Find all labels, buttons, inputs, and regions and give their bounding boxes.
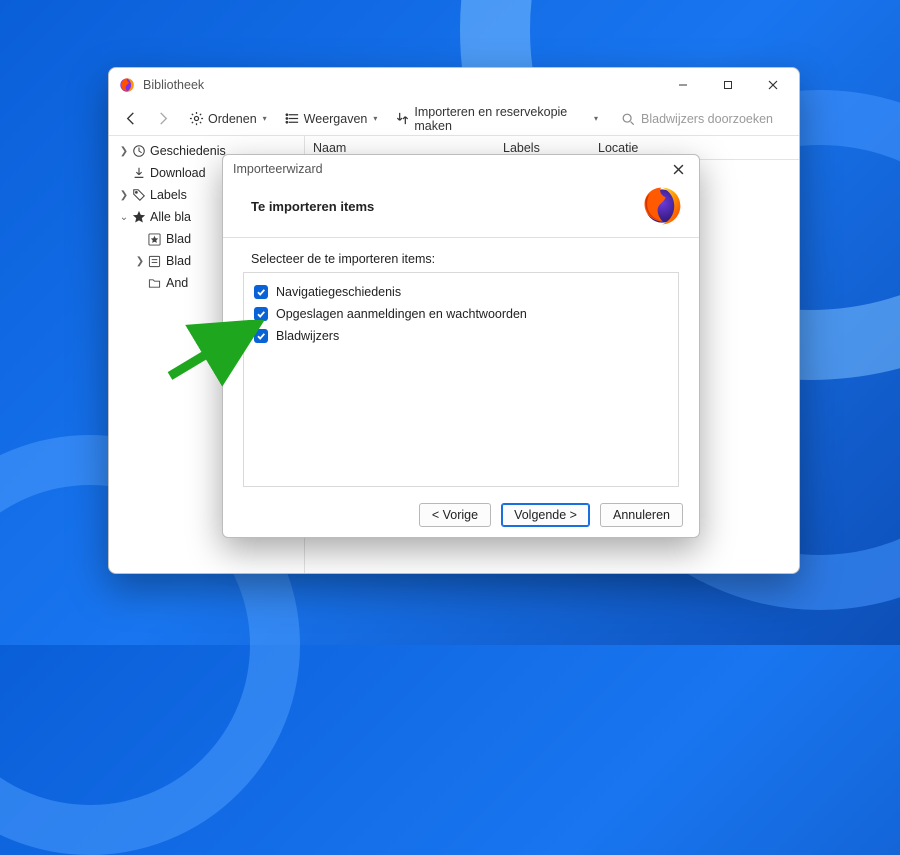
titlebar: Bibliotheek xyxy=(109,68,799,102)
window-title: Bibliotheek xyxy=(143,78,204,92)
checkbox-row-logins[interactable]: Opgeslagen aanmeldingen en wachtwoorden xyxy=(254,303,668,325)
checkbox-checked-icon xyxy=(254,307,268,321)
gear-icon xyxy=(189,111,204,126)
checkbox-label: Navigatiegeschiedenis xyxy=(276,285,401,299)
chevron-right-icon: ❯ xyxy=(117,190,131,201)
star-icon xyxy=(131,210,146,225)
tree-label: Blad xyxy=(166,232,191,246)
star-outline-icon xyxy=(147,232,162,247)
firefox-icon xyxy=(119,77,135,93)
annotation-arrow xyxy=(162,320,272,390)
dialog-header: Te importeren items xyxy=(223,183,699,237)
checkbox-label: Opgeslagen aanmeldingen en wachtwoorden xyxy=(276,307,527,321)
dialog-heading: Te importeren items xyxy=(251,199,374,214)
items-box: Navigatiegeschiedenis Opgeslagen aanmeld… xyxy=(243,272,679,487)
download-icon xyxy=(131,166,146,181)
folder-icon xyxy=(147,276,162,291)
list-icon xyxy=(285,111,300,126)
views-menu[interactable]: Weergaven ▾ xyxy=(279,108,384,129)
chevron-down-icon: ▾ xyxy=(594,114,598,123)
dialog-footer: < Vorige Volgende > Annuleren xyxy=(223,493,699,537)
tree-label: Blad xyxy=(166,254,191,268)
column-labels[interactable]: Labels xyxy=(495,141,590,155)
chevron-down-icon: ▾ xyxy=(373,114,377,123)
checkbox-row-bookmarks[interactable]: Bladwijzers xyxy=(254,325,668,347)
chevron-right-icon: ❯ xyxy=(117,146,131,157)
chevron-right-icon: ❯ xyxy=(133,256,147,267)
column-name[interactable]: Naam xyxy=(305,141,495,155)
dialog-close-button[interactable] xyxy=(661,157,695,181)
import-wizard-dialog: Importeerwizard Te importeren items Sele… xyxy=(222,154,700,538)
bookmark-list-icon xyxy=(147,254,162,269)
tree-label: Download xyxy=(150,166,206,180)
next-button[interactable]: Volgende > xyxy=(501,503,590,527)
tree-label: Alle bla xyxy=(150,210,191,224)
column-location[interactable]: Locatie xyxy=(590,141,799,155)
prompt-label: Selecteer de te importeren items: xyxy=(251,252,679,266)
tree-label: Geschiedenis xyxy=(150,144,226,158)
checkbox-label: Bladwijzers xyxy=(276,329,339,343)
forward-button[interactable] xyxy=(150,108,177,129)
search-input[interactable] xyxy=(641,112,791,126)
organize-menu[interactable]: Ordenen ▾ xyxy=(183,108,273,129)
organize-label: Ordenen xyxy=(208,112,257,126)
checkbox-row-history[interactable]: Navigatiegeschiedenis xyxy=(254,281,668,303)
clock-icon xyxy=(131,144,146,159)
dialog-titlebar: Importeerwizard xyxy=(223,155,699,183)
firefox-logo xyxy=(641,185,683,227)
dialog-title: Importeerwizard xyxy=(233,162,323,176)
minimize-button[interactable] xyxy=(660,70,705,100)
tag-icon xyxy=(131,188,146,203)
dialog-body: Selecteer de te importeren items: Naviga… xyxy=(223,238,699,493)
tree-label: Labels xyxy=(150,188,187,202)
tree-label: And xyxy=(166,276,188,290)
checkbox-checked-icon xyxy=(254,285,268,299)
close-button[interactable] xyxy=(750,70,795,100)
views-label: Weergaven xyxy=(304,112,368,126)
toolbar: Ordenen ▾ Weergaven ▾ Importeren en rese… xyxy=(109,102,799,136)
back-button[interactable] xyxy=(117,108,144,129)
import-export-icon xyxy=(395,111,410,126)
search-icon xyxy=(620,111,635,126)
back-button[interactable]: < Vorige xyxy=(419,503,491,527)
import-menu[interactable]: Importeren en reservekopie maken ▾ xyxy=(389,102,604,136)
maximize-button[interactable] xyxy=(705,70,750,100)
chevron-down-icon: ▾ xyxy=(263,114,267,123)
chevron-down-icon: ⌄ xyxy=(117,212,131,223)
import-label: Importeren en reservekopie maken xyxy=(414,105,588,133)
cancel-button[interactable]: Annuleren xyxy=(600,503,683,527)
search-wrap xyxy=(620,111,791,126)
